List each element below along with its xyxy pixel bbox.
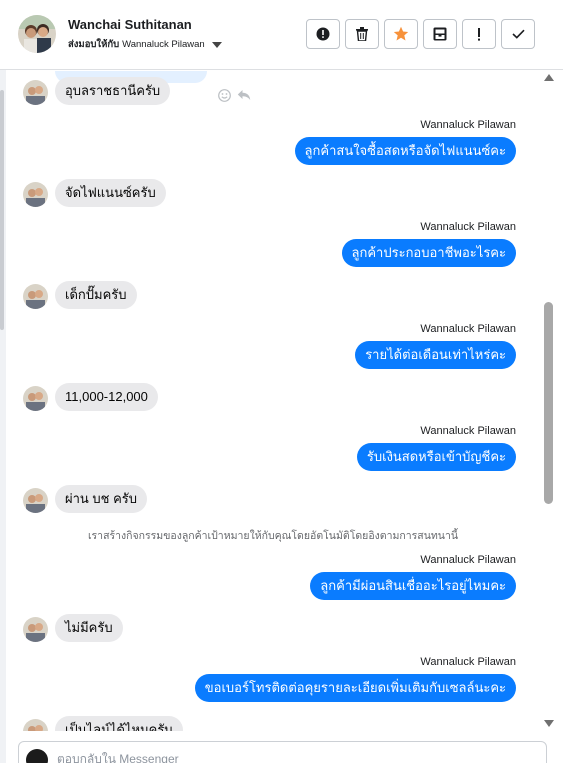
- left-panel-scrollbar[interactable]: [0, 70, 6, 763]
- contact-avatar-small: [23, 617, 48, 642]
- contact-avatar-small: [23, 80, 48, 105]
- thread-scrollbar-thumb[interactable]: [544, 302, 553, 504]
- sender-name: Wannaluck Pilawan: [420, 656, 516, 668]
- sender-name: Wannaluck Pilawan: [420, 425, 516, 437]
- sender-name: Wannaluck Pilawan: [420, 221, 516, 233]
- thread-scrollbar[interactable]: [543, 71, 555, 731]
- checkmark-icon: [511, 29, 525, 39]
- incoming-message[interactable]: ไม่มีครับ: [55, 614, 123, 642]
- incoming-message[interactable]: จัดไฟแนนซ์ครับ: [55, 179, 166, 207]
- contact-avatar-small: [23, 386, 48, 411]
- left-panel-scrollbar-thumb[interactable]: [0, 90, 4, 330]
- message-actions: [218, 89, 251, 102]
- outgoing-message[interactable]: รับเงินสดหรือเข้าบัญชีคะ: [356, 443, 516, 471]
- contact-avatar-small: [23, 284, 48, 309]
- incoming-message[interactable]: เป็นไลน์ได้ไหมครับ: [55, 716, 183, 731]
- alert-circle-icon: [316, 27, 330, 41]
- trash-icon: [356, 27, 368, 41]
- scroll-down-arrow-icon[interactable]: [544, 720, 554, 727]
- reply-input[interactable]: [57, 752, 517, 763]
- system-notice: เราสร้างกิจกรรมของลูกค้าเป้าหมายให้กับคุ…: [87, 530, 459, 542]
- contact-avatar-small: [23, 719, 48, 731]
- outgoing-message[interactable]: ลูกค้ามีผ่อนสินเชื่ออะไรอยู่ไหมคะ: [310, 572, 516, 600]
- incoming-message[interactable]: อุบลราชธานีครับ: [55, 77, 171, 105]
- inbox-icon: [433, 27, 447, 41]
- star-icon: [393, 26, 409, 41]
- mark-spam-button[interactable]: [306, 19, 340, 49]
- emoji-reaction-icon[interactable]: [218, 89, 231, 102]
- contact-avatar-small: [23, 488, 48, 513]
- scroll-up-arrow-icon[interactable]: [544, 74, 554, 81]
- outgoing-message[interactable]: ลูกค้าประกอบอาชีพอะไรคะ: [341, 239, 516, 267]
- reply-composer: [18, 741, 547, 763]
- assignment-dropdown[interactable]: ส่งมอบให้กับ Wannaluck Pilawan: [68, 37, 222, 52]
- archive-button[interactable]: [423, 19, 457, 49]
- incoming-message[interactable]: ผ่าน บช ครับ: [55, 485, 148, 513]
- contact-avatar-small: [23, 182, 48, 207]
- reply-icon[interactable]: [237, 89, 251, 101]
- incoming-message[interactable]: เด็กปั๊มครับ: [55, 281, 137, 309]
- outgoing-message[interactable]: ลูกค้าสนใจซื้อสดหรือจัดไฟแนนซ์คะ: [294, 137, 516, 165]
- sender-name: Wannaluck Pilawan: [420, 554, 516, 566]
- incoming-message[interactable]: 11,000-12,000: [55, 383, 158, 411]
- sender-name: Wannaluck Pilawan: [420, 323, 516, 335]
- outgoing-message[interactable]: รายได้ต่อเดือนเท่าไหร่คะ: [355, 341, 516, 369]
- assigned-label: ส่งมอบให้กับ: [68, 39, 120, 50]
- sender-name: Wannaluck Pilawan: [420, 119, 516, 131]
- contact-name[interactable]: Wanchai Suthitanan: [68, 17, 192, 32]
- mark-unread-button[interactable]: [462, 19, 496, 49]
- contact-avatar[interactable]: [18, 15, 56, 53]
- conversation-actions: [306, 19, 535, 49]
- conversation-header: Wanchai Suthitanan ส่งมอบให้กับ Wannaluc…: [0, 0, 563, 70]
- star-button[interactable]: [384, 19, 418, 49]
- caret-down-icon: [211, 41, 222, 48]
- exclamation-icon: [478, 27, 480, 41]
- assigned-to-name: Wannaluck Pilawan: [122, 39, 205, 50]
- mark-done-button[interactable]: [501, 19, 535, 49]
- delete-button[interactable]: [345, 19, 379, 49]
- page-avatar: [26, 749, 48, 763]
- outgoing-message[interactable]: ขอเบอร์โทรติดต่อคุยรายละเอียดเพิ่มเติมกั…: [194, 674, 516, 702]
- message-thread[interactable]: อุบลราชธานีครับ Wannaluck Pilawan ลูกค้า…: [8, 71, 543, 731]
